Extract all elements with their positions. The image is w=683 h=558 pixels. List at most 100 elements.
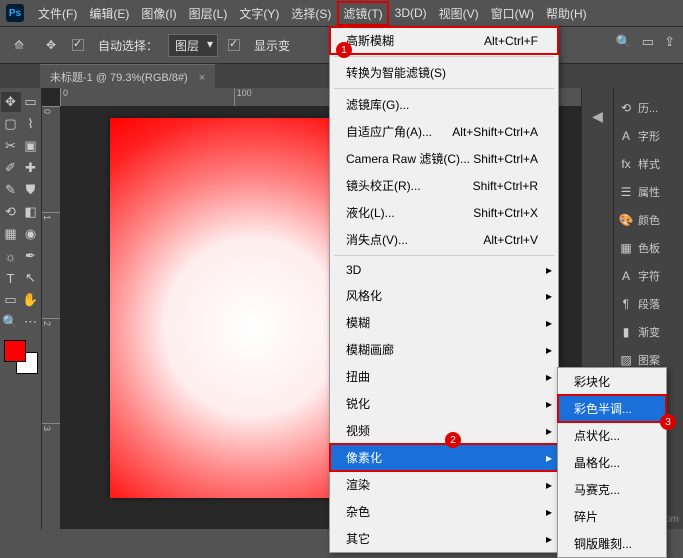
filter-menu-item[interactable]: 模糊画廊 bbox=[330, 336, 558, 363]
submenu-item[interactable]: 晶格化... bbox=[558, 449, 666, 476]
shape-tool[interactable]: ▭ bbox=[1, 290, 21, 310]
pixelate-submenu: 彩块化彩色半调...点状化...晶格化...马赛克...碎片铜版雕刻... bbox=[557, 367, 667, 558]
annotation-badge-2: 2 bbox=[445, 432, 461, 448]
ps-logo: Ps bbox=[6, 4, 24, 22]
filter-menu-item[interactable]: 消失点(V)...Alt+Ctrl+V bbox=[330, 226, 558, 253]
filter-menu-item[interactable]: 锐化 bbox=[330, 390, 558, 417]
menu-file[interactable]: 文件(F) bbox=[32, 1, 83, 26]
brush-tool[interactable]: ✎ bbox=[1, 180, 21, 200]
filter-menu-item[interactable]: 杂色 bbox=[330, 498, 558, 525]
hand-tool[interactable]: ✋ bbox=[21, 290, 41, 310]
heal-tool[interactable]: ✚ bbox=[21, 158, 41, 178]
filter-menu-item[interactable]: 转换为智能滤镜(S) bbox=[330, 59, 558, 86]
menu-image[interactable]: 图像(I) bbox=[135, 1, 182, 26]
share-icon[interactable]: ⇪ bbox=[664, 34, 675, 50]
menubar: Ps 文件(F) 编辑(E) 图像(I) 图层(L) 文字(Y) 选择(S) 滤… bbox=[0, 0, 683, 26]
menu-3d[interactable]: 3D(D) bbox=[389, 2, 433, 24]
pattern-icon: ▨ bbox=[618, 353, 634, 367]
submenu-item[interactable]: 马赛克... bbox=[558, 476, 666, 503]
blur-tool[interactable]: ◉ bbox=[21, 224, 41, 244]
filter-menu-item[interactable]: 视频 bbox=[330, 417, 558, 444]
document-tab[interactable]: 未标题-1 @ 79.3%(RGB/8#) × bbox=[40, 64, 215, 89]
workspace-icon[interactable]: ▭ bbox=[642, 34, 654, 50]
auto-select-label: 自动选择： bbox=[98, 37, 158, 54]
color-swatches[interactable] bbox=[4, 340, 38, 374]
path-tool[interactable]: ↖ bbox=[21, 268, 41, 288]
move-tool[interactable]: ✥ bbox=[1, 92, 21, 112]
menu-window[interactable]: 窗口(W) bbox=[485, 1, 540, 26]
filter-menu-item[interactable]: 渲染 bbox=[330, 471, 558, 498]
panel-toggle-icon[interactable]: ◀ bbox=[592, 108, 603, 125]
filter-menu-item[interactable]: 模糊 bbox=[330, 309, 558, 336]
menu-filter[interactable]: 滤镜(T) bbox=[337, 1, 388, 26]
panel-swatches[interactable]: ▦色板 bbox=[614, 234, 683, 262]
filter-menu-item[interactable]: 滤镜库(G)... bbox=[330, 91, 558, 118]
menu-type[interactable]: 文字(Y) bbox=[233, 1, 285, 26]
eyedropper-tool[interactable]: ✐ bbox=[1, 158, 21, 178]
eraser-tool[interactable]: ◧ bbox=[21, 202, 41, 222]
paragraph-icon: ¶ bbox=[618, 297, 634, 311]
pen-tool[interactable]: ✒ bbox=[21, 246, 41, 266]
show-transform-label: 显示变 bbox=[254, 37, 290, 54]
filter-menu-item[interactable]: 高斯模糊Alt+Ctrl+F bbox=[330, 27, 558, 54]
panel-glyphs[interactable]: A字形 bbox=[614, 122, 683, 150]
history-brush-tool[interactable]: ⟲ bbox=[1, 202, 21, 222]
filter-menu-item[interactable]: 3D bbox=[330, 258, 558, 282]
menu-layer[interactable]: 图层(L) bbox=[183, 1, 234, 26]
filter-menu: 高斯模糊Alt+Ctrl+F 转换为智能滤镜(S) 滤镜库(G)...自适应广角(A… bbox=[329, 26, 559, 553]
stamp-tool[interactable]: ⛊ bbox=[21, 180, 41, 200]
swatches-icon: ▦ bbox=[618, 241, 634, 255]
lasso-tool[interactable]: ⌇ bbox=[21, 114, 41, 134]
move-tool-icon[interactable]: ✥ bbox=[40, 34, 62, 56]
marquee-tool[interactable]: ▢ bbox=[1, 114, 21, 134]
menu-view[interactable]: 视图(V) bbox=[433, 1, 485, 26]
panel-paragraph[interactable]: ¶段落 bbox=[614, 290, 683, 318]
panel-styles[interactable]: fx样式 bbox=[614, 150, 683, 178]
filter-menu-item[interactable]: 扭曲 bbox=[330, 363, 558, 390]
home-icon[interactable]: ⟰ bbox=[8, 34, 30, 56]
crop-tool[interactable]: ✂ bbox=[1, 136, 21, 156]
show-transform-checkbox[interactable] bbox=[228, 39, 240, 51]
annotation-badge-1: 1 bbox=[336, 42, 352, 58]
submenu-item[interactable]: 彩色半调... bbox=[558, 395, 666, 422]
submenu-item[interactable]: 彩块化 bbox=[558, 368, 666, 395]
type-tool[interactable]: T bbox=[1, 268, 21, 288]
dodge-tool[interactable]: ☼ bbox=[1, 246, 21, 266]
gradient-icon: ▮ bbox=[618, 325, 634, 339]
submenu-item[interactable]: 铜版雕刻... bbox=[558, 530, 666, 557]
auto-select-dropdown[interactable]: 图层 bbox=[168, 34, 218, 57]
auto-select-checkbox[interactable] bbox=[72, 39, 84, 51]
gradient-tool[interactable]: ▦ bbox=[1, 224, 21, 244]
frame-tool[interactable]: ▣ bbox=[21, 136, 41, 156]
tab-close-icon[interactable]: × bbox=[199, 72, 205, 84]
menu-edit[interactable]: 编辑(E) bbox=[83, 1, 135, 26]
foreground-color[interactable] bbox=[4, 340, 26, 362]
color-icon: 🎨 bbox=[618, 213, 634, 227]
filter-menu-item[interactable]: 自适应广角(A)...Alt+Shift+Ctrl+A bbox=[330, 118, 558, 145]
filter-menu-item[interactable]: 风格化 bbox=[330, 282, 558, 309]
submenu-item[interactable]: 点状化... bbox=[558, 422, 666, 449]
top-right-icons: 🔍 ▭ ⇪ bbox=[616, 34, 675, 50]
panel-gradient[interactable]: ▮渐变 bbox=[614, 318, 683, 346]
filter-menu-item[interactable]: Camera Raw 滤镜(C)...Shift+Ctrl+A bbox=[330, 145, 558, 172]
filter-menu-item[interactable]: 液化(L)...Shift+Ctrl+X bbox=[330, 199, 558, 226]
styles-icon: fx bbox=[618, 157, 634, 171]
more-tools[interactable]: ⋯ bbox=[21, 312, 41, 332]
panel-color[interactable]: 🎨颜色 bbox=[614, 206, 683, 234]
menu-select[interactable]: 选择(S) bbox=[285, 1, 337, 26]
filter-menu-item[interactable]: 其它 bbox=[330, 525, 558, 552]
glyphs-icon: A bbox=[618, 129, 634, 143]
search-icon[interactable]: 🔍 bbox=[616, 34, 632, 50]
history-icon: ⟲ bbox=[618, 101, 634, 115]
zoom-tool[interactable]: 🔍 bbox=[1, 312, 21, 332]
panel-character[interactable]: A字符 bbox=[614, 262, 683, 290]
character-icon: A bbox=[618, 269, 634, 283]
panel-properties[interactable]: ☰属性 bbox=[614, 178, 683, 206]
filter-menu-item[interactable]: 镜头校正(R)...Shift+Ctrl+R bbox=[330, 172, 558, 199]
artboard-tool[interactable]: ▭ bbox=[21, 92, 41, 112]
toolbox: ✥▭ ▢⌇ ✂▣ ✐✚ ✎⛊ ⟲◧ ▦◉ ☼✒ T↖ ▭✋ 🔍⋯ bbox=[0, 88, 42, 529]
submenu-item[interactable]: 碎片 bbox=[558, 503, 666, 530]
panel-history[interactable]: ⟲历... bbox=[614, 94, 683, 122]
menu-help[interactable]: 帮助(H) bbox=[540, 1, 593, 26]
filter-menu-item[interactable]: 像素化 bbox=[330, 444, 558, 471]
